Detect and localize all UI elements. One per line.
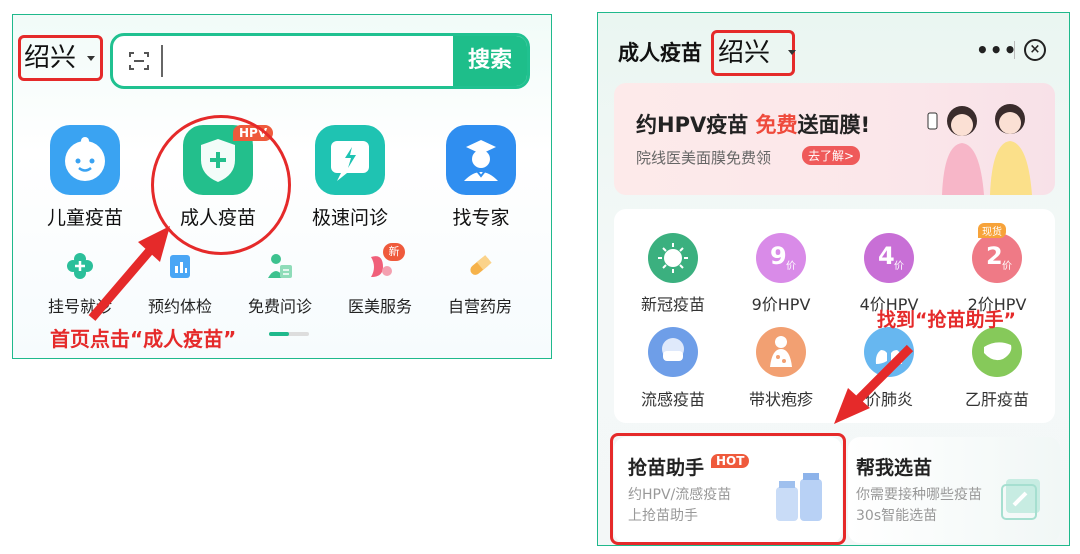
text-cursor	[161, 45, 163, 77]
close-icon[interactable]: ×	[1024, 39, 1046, 61]
page-title: 成人疫苗	[618, 41, 702, 65]
find-expert-label[interactable]: 找专家	[416, 203, 546, 230]
beauty-service-label[interactable]: 医美服务	[330, 293, 430, 317]
body-icon[interactable]	[756, 327, 806, 377]
capsule-divider	[1014, 41, 1015, 59]
pick-line2: 30s智能选苗	[856, 508, 938, 524]
adult-vaccine-screen: 成人疫苗 绍兴 ••• × 约HPV疫苗 免费送面膜! 院线医美面膜免费领 去了…	[597, 12, 1070, 546]
hpv2-icon[interactable]: 2价	[972, 233, 1022, 283]
pick-line1: 你需要接种哪些疫苗	[856, 487, 982, 503]
search-bar[interactable]: 搜索	[110, 33, 530, 89]
flu-vaccine-label[interactable]: 流感疫苗	[623, 386, 723, 410]
covid-vaccine-label[interactable]: 新冠疫苗	[623, 291, 723, 315]
pick-title: 帮我选苗	[856, 457, 933, 479]
hpv4-icon[interactable]: 4价	[864, 233, 914, 283]
highlight-box	[610, 433, 846, 545]
city-label: 绍兴	[718, 38, 771, 68]
hepatitis-b-label[interactable]: 乙肝疫苗	[947, 386, 1047, 410]
covid-vaccine-icon[interactable]	[648, 233, 698, 283]
pill-icon[interactable]	[465, 251, 495, 281]
step1-annotation: 首页点击“成人疫苗”	[50, 327, 237, 351]
hpv9-label[interactable]: 9价HPV	[731, 291, 831, 315]
red-arrow-icon	[88, 226, 170, 321]
promo-banner[interactable]: 约HPV疫苗 免费送面膜! 院线医美面膜免费领 去了解>	[614, 83, 1055, 195]
doctor-card-icon[interactable]	[265, 251, 295, 281]
face-mask-icon[interactable]	[648, 327, 698, 377]
scan-icon[interactable]	[127, 49, 151, 73]
two-women-illustration	[927, 104, 1032, 195]
banner-subtitle: 院线医美面膜免费领	[636, 149, 772, 167]
step2-annotation: 找到“抢苗助手”	[877, 309, 1016, 331]
page-indicator	[269, 332, 309, 336]
city-label: 绍兴	[24, 43, 77, 73]
syringe-card-icon	[1001, 479, 1040, 520]
doctor-icon[interactable]	[446, 125, 516, 195]
new-badge: 新	[383, 243, 405, 261]
child-vaccine-icon[interactable]	[50, 125, 120, 195]
in-stock-badge: 现货	[978, 223, 1006, 238]
shingles-label[interactable]: 带状疱疹	[731, 386, 831, 410]
lightning-chat-icon[interactable]	[315, 125, 385, 195]
caret-down-icon	[788, 50, 796, 55]
city-selector[interactable]: 绍兴	[711, 30, 795, 76]
learn-more-button[interactable]: 去了解>	[802, 146, 861, 165]
banner-title: 约HPV疫苗 免费送面膜!	[636, 113, 871, 137]
pharmacy-label[interactable]: 自营药房	[430, 293, 530, 317]
caret-down-icon	[87, 56, 95, 61]
hpv9-icon[interactable]: 9价	[756, 233, 806, 283]
search-button[interactable]: 搜索	[453, 36, 527, 86]
quick-consult-label[interactable]: 极速问诊	[285, 203, 415, 230]
miniapp-capsule: ••• ×	[968, 33, 1050, 67]
liver-icon[interactable]	[972, 327, 1022, 377]
more-icon[interactable]: •••	[976, 38, 1017, 62]
red-arrow-icon	[834, 344, 914, 424]
free-consult-label[interactable]: 免费问诊	[230, 293, 330, 317]
